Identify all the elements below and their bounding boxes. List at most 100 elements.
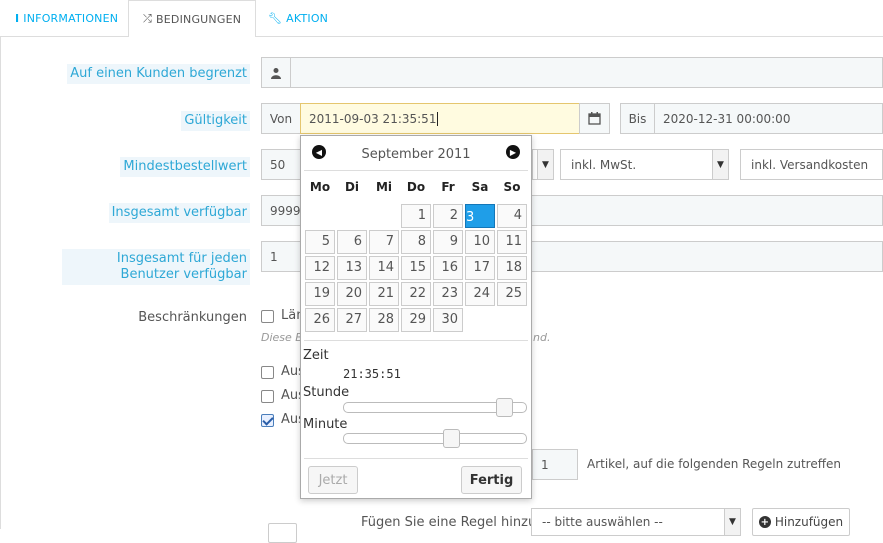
divider	[304, 458, 528, 459]
tab-label: Aktion	[286, 12, 329, 25]
weekday-mi: Mi	[375, 180, 393, 194]
add-rule-select[interactable]: -- bitte auswählen -- ▼	[531, 508, 741, 536]
day-28[interactable]: 28	[369, 308, 399, 332]
tab-bedingungen[interactable]: ⤮ Bedingungen	[128, 0, 257, 38]
tab-label: Bedingungen	[156, 12, 242, 26]
prev-month-icon[interactable]: ◀	[312, 145, 326, 159]
day-1[interactable]: 1	[401, 204, 431, 228]
day-26[interactable]: 26	[305, 308, 335, 332]
rules-count-input[interactable]: 1	[532, 449, 578, 480]
day-2[interactable]: 2	[433, 204, 463, 228]
day-3[interactable]: 3	[465, 204, 495, 228]
minute-label: Minute	[303, 417, 348, 432]
from-label: Von	[261, 103, 301, 134]
day-6[interactable]: 6	[337, 230, 367, 254]
day-15[interactable]: 15	[401, 256, 431, 280]
day-21[interactable]: 21	[369, 282, 399, 306]
min-order-label: Mindestbestellwert	[120, 157, 250, 177]
per-user-label: Insgesamt für jeden Benutzer verfügbar	[62, 249, 250, 285]
day-29[interactable]: 29	[401, 308, 431, 332]
minute-slider-handle[interactable]	[443, 429, 460, 448]
hour-slider-handle[interactable]	[496, 398, 513, 417]
add-rule-label: Fügen Sie eine Regel hinzu	[361, 515, 537, 530]
shipping-select-value: inkl. Versandkosten	[751, 157, 869, 172]
to-label: Bis	[620, 103, 655, 134]
day-12[interactable]: 12	[305, 256, 335, 280]
add-rule-select-value: -- bitte auswählen --	[542, 515, 663, 529]
add-rule-button[interactable]: + Hinzufügen	[752, 508, 850, 536]
day-19[interactable]: 19	[305, 282, 335, 306]
next-month-icon[interactable]: ▶	[506, 145, 520, 159]
tax-select-value: inkl. MwSt.	[571, 157, 637, 172]
plus-circle-icon: +	[758, 516, 771, 528]
day-17[interactable]: 17	[465, 256, 495, 280]
day-24[interactable]: 24	[465, 282, 495, 306]
weekday-di: Di	[344, 180, 360, 194]
calendar-icon[interactable]	[579, 103, 610, 134]
day-25[interactable]: 25	[497, 282, 527, 306]
restriction-hint-end: nd.	[533, 331, 551, 344]
day-30[interactable]: 30	[433, 308, 463, 332]
day-4[interactable]: 4	[497, 204, 527, 228]
tab-label: Informationen	[23, 12, 119, 25]
total-available-label: Insgesamt verfügbar	[108, 203, 250, 223]
validity-label: Gültigkeit	[181, 111, 250, 131]
weekday-do: Do	[406, 180, 426, 194]
shipping-select[interactable]: inkl. Versandkosten	[740, 149, 883, 180]
day-8[interactable]: 8	[401, 230, 431, 254]
tab-informationen[interactable]: i Informationen	[1, 0, 132, 37]
month-title: September 2011	[361, 147, 471, 162]
info-icon: i	[15, 12, 20, 25]
hour-slider[interactable]	[343, 398, 527, 417]
from-date-value: 2011-09-03 21:35:51	[309, 111, 437, 126]
day-22[interactable]: 22	[401, 282, 431, 306]
rules-text: Artikel, auf die folgenden Regeln zutref…	[587, 457, 841, 471]
day-18[interactable]: 18	[497, 256, 527, 280]
minute-slider[interactable]	[343, 429, 527, 448]
customer-label: Auf einen Kunden begrenzt	[67, 64, 250, 84]
day-20[interactable]: 20	[337, 282, 367, 306]
restriction-checkbox-1[interactable]	[261, 310, 274, 323]
restriction-hint: Diese B	[261, 331, 303, 344]
shuffle-icon: ⤮	[143, 12, 152, 25]
tax-select[interactable]: inkl. MwSt. ▼	[560, 149, 729, 180]
restriction-checkbox-2[interactable]	[261, 366, 274, 379]
day-9[interactable]: 9	[433, 230, 463, 254]
day-23[interactable]: 23	[433, 282, 463, 306]
day-10[interactable]: 10	[465, 230, 495, 254]
done-button[interactable]: Fertig	[461, 466, 522, 494]
restrictions-label: Beschränkungen	[138, 310, 247, 325]
hour-label: Stunde	[303, 385, 350, 400]
wrench-icon: 🔧︎	[268, 12, 283, 25]
add-rule-button-label: Hinzufügen	[774, 515, 844, 529]
from-date-input[interactable]: 2011-09-03 21:35:51	[300, 103, 580, 134]
tab-bar: i Informationen ⤮ Bedingungen 🔧︎ Aktion	[0, 0, 883, 38]
currency-select[interactable]: ▼	[532, 149, 554, 180]
day-16[interactable]: 16	[433, 256, 463, 280]
day-7[interactable]: 7	[369, 230, 399, 254]
weekday-sa: Sa	[471, 180, 489, 194]
customer-input[interactable]	[290, 57, 883, 88]
rule-group-button[interactable]	[268, 523, 297, 543]
restriction-checkbox-4[interactable]	[261, 414, 274, 427]
to-date-input[interactable]: 2020-12-31 00:00:00	[654, 103, 883, 134]
weekday-mo: Mo	[309, 180, 331, 194]
datepicker-header: September 2011	[304, 139, 528, 171]
time-value: 21:35:51	[343, 367, 401, 381]
day-27[interactable]: 27	[337, 308, 367, 332]
time-label: Zeit	[303, 348, 329, 363]
chevron-down-icon: ▼	[724, 509, 740, 535]
weekday-so: So	[503, 180, 521, 194]
now-button[interactable]: Jetzt	[308, 466, 358, 494]
user-icon	[261, 57, 291, 88]
divider	[304, 340, 528, 341]
tab-aktion[interactable]: 🔧︎ Aktion	[254, 0, 342, 37]
day-5[interactable]: 5	[305, 230, 335, 254]
restriction-checkbox-3[interactable]	[261, 390, 274, 403]
chevron-down-icon: ▼	[712, 150, 728, 179]
day-13[interactable]: 13	[337, 256, 367, 280]
day-14[interactable]: 14	[369, 256, 399, 280]
datepicker-popup: September 2011 ◀ ▶ Mo Di Mi Do Fr Sa So 123456…	[300, 135, 532, 499]
chevron-down-icon: ▼	[537, 150, 553, 179]
day-11[interactable]: 11	[497, 230, 527, 254]
